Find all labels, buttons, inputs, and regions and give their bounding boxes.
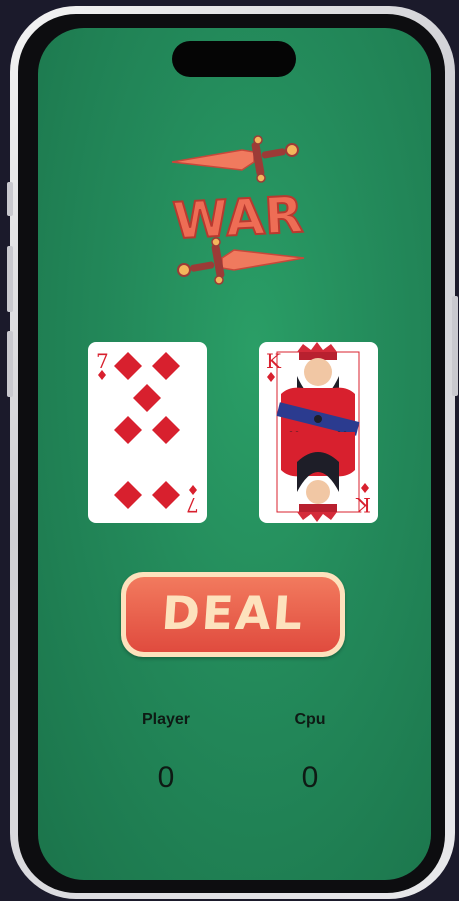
dynamic-island bbox=[172, 41, 296, 77]
game-screen: WAR 7 7 K K DEAL Player Cpu 0 0 bbox=[38, 28, 431, 880]
cpu-card: K K bbox=[259, 342, 378, 523]
cpu-score: 0 bbox=[301, 761, 319, 794]
deal-button[interactable]: DEAL bbox=[121, 572, 345, 657]
logo-text: WAR bbox=[172, 186, 305, 251]
volume-down-button bbox=[7, 331, 13, 397]
power-button bbox=[452, 296, 458, 396]
cpu-card-rank-bottom: K bbox=[356, 493, 371, 517]
player-score: 0 bbox=[157, 761, 175, 794]
war-logo: WAR bbox=[171, 135, 305, 285]
diamond-pips-icon bbox=[98, 352, 197, 509]
player-label: Player bbox=[141, 711, 191, 728]
player-card: 7 7 bbox=[88, 342, 207, 523]
sword-top-icon bbox=[171, 135, 299, 183]
action-button bbox=[7, 182, 13, 216]
cpu-label: Cpu bbox=[294, 711, 326, 728]
cpu-card-rank-top: K bbox=[266, 349, 281, 373]
volume-up-button bbox=[7, 246, 13, 312]
deal-button-label: DEAL bbox=[159, 586, 307, 640]
